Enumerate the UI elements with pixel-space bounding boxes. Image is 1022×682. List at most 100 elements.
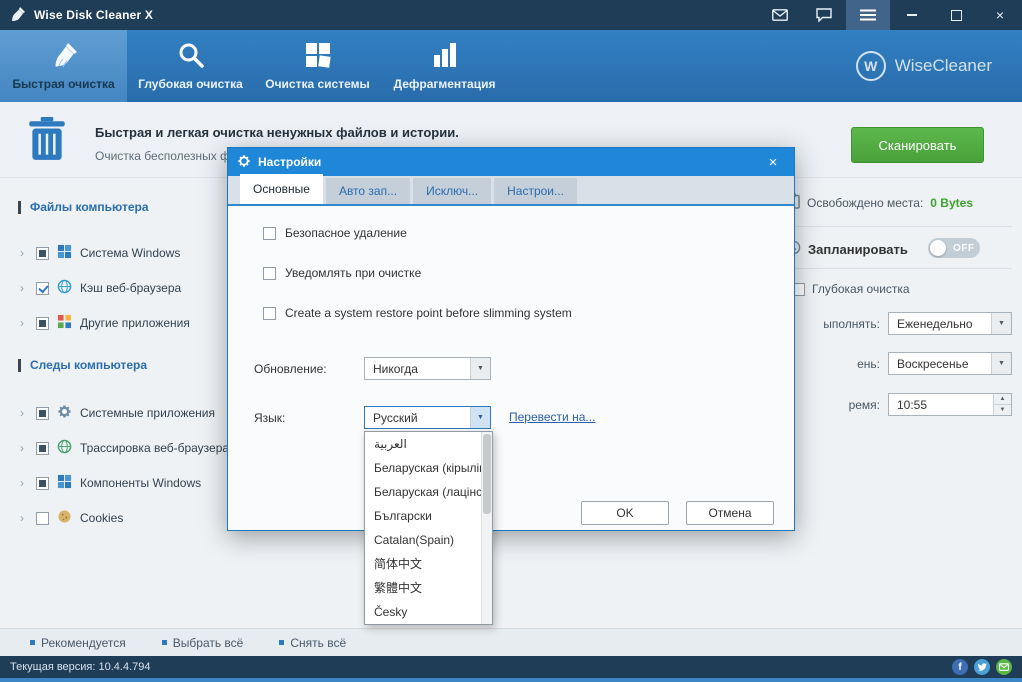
sidebar-item-label: Трассировка веб-браузера [80, 441, 230, 455]
secure-delete-option[interactable]: Безопасное удаление [263, 226, 407, 240]
globe-icon [57, 279, 72, 297]
scan-button[interactable]: Сканировать [851, 127, 984, 163]
ok-button[interactable]: OK [581, 501, 669, 525]
windows-icon [57, 244, 72, 262]
spin-up-icon[interactable]: ▲ [994, 394, 1011, 405]
section-title: Следы компьютера [30, 358, 148, 372]
cancel-button[interactable]: Отмена [686, 501, 774, 525]
checkbox[interactable] [36, 441, 49, 455]
freed-space-value: 0 Bytes [930, 195, 973, 210]
chevron-down-icon[interactable]: ▼ [470, 358, 490, 379]
deep-clean-row[interactable]: Глубокая очистка [792, 282, 910, 296]
language-option[interactable]: العربية [365, 432, 492, 456]
schedule-toggle[interactable]: OFF [928, 238, 980, 258]
translate-link[interactable]: Перевести на... [509, 410, 595, 424]
nav-tab-defrag[interactable]: Дефрагментация [381, 30, 508, 102]
chevron-right-icon[interactable]: › [20, 441, 28, 455]
notify-on-clean-option[interactable]: Уведомлять при очистке [263, 266, 421, 280]
scrollbar-track[interactable] [481, 432, 492, 624]
checkbox[interactable] [263, 266, 276, 280]
sidebar-item-label: Система Windows [80, 246, 181, 260]
page-title: Быстрая и легкая очистка ненужных файлов… [95, 125, 459, 140]
language-option[interactable]: Беларуская (кірыліца) [365, 456, 492, 480]
feedback-icon[interactable] [802, 0, 846, 30]
language-option[interactable]: Български [365, 504, 492, 528]
chevron-right-icon[interactable]: › [20, 406, 28, 420]
chevron-right-icon[interactable]: › [20, 246, 28, 260]
checkbox[interactable] [36, 281, 49, 295]
language-option[interactable]: Беларуская (лацінскі) [365, 480, 492, 504]
menu-icon[interactable] [846, 0, 890, 30]
mail-icon[interactable] [996, 659, 1012, 675]
nav-tab-system-clean[interactable]: Очистка системы [254, 30, 381, 102]
run-time-spinner[interactable]: 10:55 ▲ ▼ [888, 393, 1012, 416]
checkbox[interactable] [263, 226, 276, 240]
freed-space-label: Освобождено места: [807, 195, 924, 210]
section-marker [18, 200, 21, 214]
close-button[interactable]: × [978, 0, 1022, 30]
minimize-icon [907, 14, 917, 16]
recommended-link[interactable]: Рекомендуется [30, 636, 126, 650]
restore-point-option[interactable]: Create a system restore point before sli… [263, 306, 572, 320]
checkbox[interactable] [36, 406, 49, 420]
titlebar: Wise Disk Cleaner X × [0, 0, 1022, 30]
language-option[interactable]: Catalan(Spain) [365, 528, 492, 552]
chevron-down-icon[interactable]: ▼ [991, 353, 1011, 374]
section-header-computer-files: Файлы компьютера [18, 200, 149, 214]
settings-dialog: Настройки × Основные Авто зап... Исключ.… [227, 147, 795, 625]
chevron-right-icon[interactable]: › [20, 281, 28, 295]
maximize-button[interactable] [934, 0, 978, 30]
spin-down-icon[interactable]: ▼ [994, 405, 1011, 415]
brand-logo: W WiseCleaner [855, 30, 1022, 102]
nav-tab-deep-clean[interactable]: Глубокая очистка [127, 30, 254, 102]
nav-tab-label: Быстрая очистка [12, 77, 115, 91]
cookie-icon [57, 509, 72, 527]
select-all-link[interactable]: Выбрать всё [161, 635, 244, 650]
run-frequency-select[interactable]: Еженедельно ▼ [888, 312, 1012, 335]
checkbox[interactable] [36, 476, 49, 490]
tab-general[interactable]: Основные [240, 174, 323, 204]
language-option[interactable]: 繁體中文 [365, 576, 492, 600]
language-select[interactable]: Русский ▼ [364, 406, 491, 429]
language-label: Язык: [254, 411, 286, 425]
language-option[interactable]: 简体中文 [365, 552, 492, 576]
bullet-icon [30, 640, 35, 645]
checkbox[interactable] [36, 511, 49, 525]
twitter-icon[interactable] [974, 659, 990, 675]
footer-link-label: Выбрать всё [172, 635, 244, 650]
option-label: Уведомлять при очистке [285, 266, 422, 280]
schedule-label: Запланировать [808, 241, 908, 257]
update-select[interactable]: Никогда ▼ [364, 357, 491, 380]
footer-bar: Рекомендуется Выбрать всё Снять всё [0, 628, 1022, 656]
tab-exclusions[interactable]: Исключ... [413, 178, 492, 204]
footer-link-label: Снять всё [290, 635, 347, 650]
chevron-right-icon[interactable]: › [20, 316, 28, 330]
checkbox[interactable] [36, 246, 49, 260]
chevron-right-icon[interactable]: › [20, 476, 28, 490]
checkbox[interactable] [263, 306, 276, 320]
section-marker [18, 358, 21, 372]
scrollbar-thumb[interactable] [483, 434, 491, 514]
tab-auto-run[interactable]: Авто зап... [325, 178, 411, 204]
minimize-button[interactable] [890, 0, 934, 30]
nav-tab-quick-clean[interactable]: Быстрая очистка [0, 30, 127, 102]
language-option[interactable]: Česky [365, 600, 492, 624]
sidebar-item-label: Cookies [80, 511, 124, 525]
run-day-select[interactable]: Воскресенье ▼ [888, 352, 1012, 375]
select-value: Никогда [373, 361, 418, 376]
checkbox[interactable] [36, 316, 49, 330]
tab-custom[interactable]: Настрои... [494, 178, 578, 204]
titlebar-controls: × [758, 0, 1022, 30]
chevron-down-icon[interactable]: ▼ [991, 313, 1011, 334]
globe-icon [57, 439, 72, 457]
chevron-right-icon[interactable]: › [20, 511, 28, 525]
select-value: Еженедельно [897, 316, 973, 331]
dialog-close-button[interactable]: × [761, 154, 785, 171]
windows-icon [57, 474, 72, 492]
sidebar-item-label: Кэш веб-браузера [80, 281, 182, 295]
mail-icon[interactable] [758, 0, 802, 30]
facebook-icon[interactable]: f [952, 659, 968, 675]
deselect-all-link[interactable]: Снять всё [279, 636, 346, 650]
chevron-down-icon[interactable]: ▼ [470, 407, 490, 428]
schedule-row: Запланировать [786, 240, 908, 258]
